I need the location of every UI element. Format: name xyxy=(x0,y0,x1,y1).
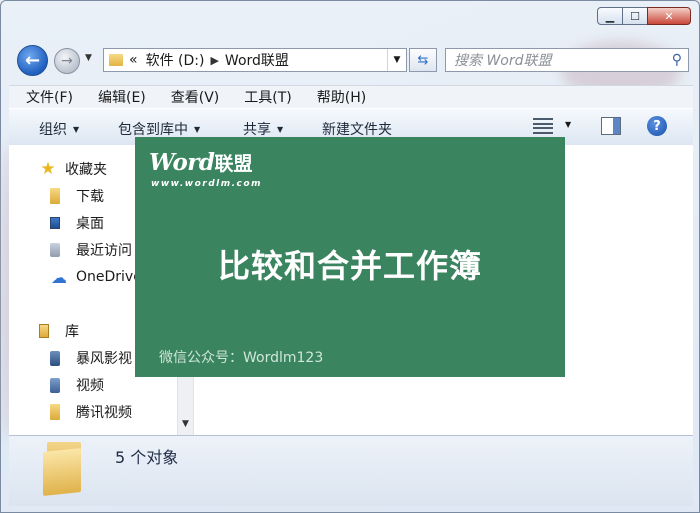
tree-favorites[interactable]: ★ 收藏夹 xyxy=(39,158,107,180)
minimize-button[interactable]: ▁ xyxy=(597,7,623,25)
download-folder-icon xyxy=(50,188,60,204)
tree-label: 库 xyxy=(65,324,79,340)
maximize-button[interactable]: ☐ xyxy=(622,7,648,25)
tree-item-recent[interactable]: 最近访问 xyxy=(50,239,132,261)
item-count: 5 个对象 xyxy=(115,448,179,467)
tree-label: 下载 xyxy=(76,189,104,205)
wechat-account: 微信公众号：Wordlm123 xyxy=(159,350,324,366)
search-input[interactable]: 搜索 Word联盟 ⚲ xyxy=(445,48,689,72)
library-icon xyxy=(39,324,49,338)
media-library-icon xyxy=(50,350,60,366)
wordlm-logo: Word联盟 www.wordlm.com xyxy=(149,149,260,189)
recent-pages-dropdown-icon[interactable]: ▼ xyxy=(85,53,92,63)
menu-view[interactable]: 查看(V) xyxy=(171,87,220,107)
include-in-library-button[interactable]: 包含到库中 ▼ xyxy=(118,119,200,139)
search-placeholder: 搜索 Word联盟 xyxy=(454,53,552,69)
recent-places-icon xyxy=(50,243,60,257)
search-icon[interactable]: ⚲ xyxy=(672,52,682,68)
banner-title: 比较和合并工作簿 xyxy=(217,247,482,285)
menu-edit[interactable]: 编辑(E) xyxy=(98,87,146,107)
tree-label: 最近访问 xyxy=(76,243,132,259)
tree-libraries[interactable]: 库 xyxy=(39,320,79,342)
help-icon[interactable]: ? xyxy=(647,116,667,136)
organize-button[interactable]: 组织 ▼ xyxy=(39,119,79,139)
desktop-icon xyxy=(50,217,60,229)
view-dropdown-icon[interactable]: ▼ xyxy=(565,120,571,129)
tree-label: OneDrive xyxy=(76,269,142,285)
star-icon: ★ xyxy=(40,159,56,179)
tree-item-desktop[interactable]: 桌面 xyxy=(50,212,104,234)
video-library-icon xyxy=(50,377,60,393)
tree-label: 收藏夹 xyxy=(65,162,107,178)
new-folder-button[interactable]: 新建文件夹 xyxy=(322,119,392,139)
breadcrumb-drive[interactable]: 软件 (D:) xyxy=(146,50,205,70)
address-bar[interactable]: « 软件 (D:) ▶ Word联盟 ▼ xyxy=(103,48,407,72)
navigation-bar: ← → ▼ « 软件 (D:) ▶ Word联盟 ▼ ⇆ 搜索 Word联盟 ⚲ xyxy=(17,45,689,76)
tree-item-tencent-video[interactable]: 腾讯视频 xyxy=(50,401,132,423)
tree-item-onedrive[interactable]: ☁ OneDrive xyxy=(50,266,142,288)
caption-buttons: ▁ ☐ ✕ xyxy=(597,7,691,25)
cover-banner: Word联盟 www.wordlm.com 比较和合并工作簿 微信公众号：Wor… xyxy=(135,137,565,377)
preview-pane-icon[interactable] xyxy=(601,117,621,135)
folder-icon xyxy=(50,404,60,420)
tree-item-videos[interactable]: 视频 xyxy=(50,374,104,396)
tree-label: 桌面 xyxy=(76,216,104,232)
cloud-icon: ☁ xyxy=(51,267,67,287)
tree-label: 暴风影视 xyxy=(76,351,132,367)
address-prefix[interactable]: « xyxy=(129,52,138,68)
menu-tools[interactable]: 工具(T) xyxy=(244,87,291,107)
scroll-down-icon[interactable]: ▼ xyxy=(182,419,189,429)
refresh-button[interactable]: ⇆ xyxy=(409,48,437,72)
share-button[interactable]: 共享 ▼ xyxy=(243,119,283,139)
address-dropdown-icon[interactable]: ▼ xyxy=(387,49,406,71)
logo-word: Word xyxy=(149,149,215,176)
back-button[interactable]: ← xyxy=(17,45,48,76)
forward-button[interactable]: → xyxy=(54,48,80,74)
menu-bar: 文件(F) 编辑(E) 查看(V) 工具(T) 帮助(H) xyxy=(9,85,693,108)
menu-file[interactable]: 文件(F) xyxy=(26,87,73,107)
tree-label: 视频 xyxy=(76,378,104,394)
details-pane: 5 个对象 xyxy=(9,435,693,506)
folder-icon xyxy=(109,54,123,66)
view-options-icon[interactable] xyxy=(533,118,553,134)
tree-item-downloads[interactable]: 下载 xyxy=(50,185,104,207)
chevron-right-icon[interactable]: ▶ xyxy=(210,54,218,67)
tree-item-storm-video[interactable]: 暴风影视 xyxy=(50,347,132,369)
logo-url: www.wordlm.com xyxy=(151,179,262,189)
folder-icon xyxy=(43,442,83,496)
logo-cn: 联盟 xyxy=(214,153,253,175)
tree-label: 腾讯视频 xyxy=(76,405,132,421)
close-button[interactable]: ✕ xyxy=(647,7,691,25)
menu-help[interactable]: 帮助(H) xyxy=(317,87,366,107)
breadcrumb-folder[interactable]: Word联盟 xyxy=(225,50,289,70)
